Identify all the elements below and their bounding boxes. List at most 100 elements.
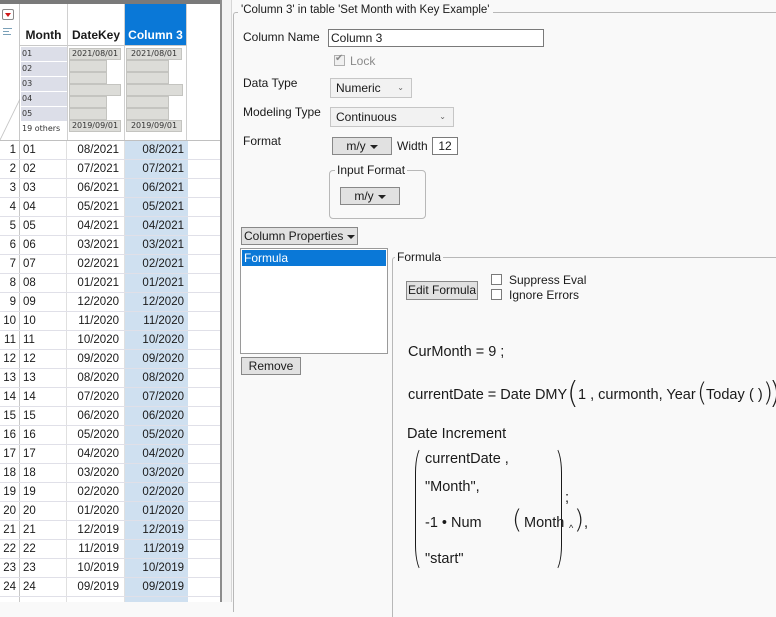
row-number[interactable]: 24 (0, 578, 20, 596)
cell-column3[interactable]: 06/2020 (125, 407, 188, 425)
cell-datekey[interactable]: 06/2020 (67, 407, 125, 425)
cell-datekey[interactable]: 07/2021 (67, 160, 125, 178)
table-row[interactable]: 5 05 04/2021 04/2021 (0, 217, 220, 236)
cell-month[interactable]: 14 (20, 388, 67, 406)
cell-month[interactable]: 21 (20, 521, 67, 539)
cell-datekey[interactable]: 05/2020 (67, 426, 125, 444)
column-header-month[interactable]: Month (20, 4, 68, 45)
row-number[interactable]: 9 (0, 293, 20, 311)
cell-month[interactable]: 04 (20, 198, 67, 216)
row-number[interactable]: 14 (0, 388, 20, 406)
table-row[interactable]: 16 16 05/2020 05/2020 (0, 426, 220, 445)
column-header-datekey[interactable]: DateKey (68, 4, 125, 45)
cell-datekey[interactable]: 09/2020 (67, 350, 125, 368)
table-row[interactable]: 6 06 03/2021 03/2021 (0, 236, 220, 255)
cell-datekey[interactable]: 09/2019 (67, 578, 125, 596)
row-number[interactable]: 18 (0, 464, 20, 482)
cell-column3[interactable]: 09/2020 (125, 350, 188, 368)
cell-column3[interactable]: 04/2020 (125, 445, 188, 463)
cell-datekey[interactable]: 03/2020 (67, 464, 125, 482)
cell-datekey[interactable]: 12/2020 (67, 293, 125, 311)
table-row[interactable]: 22 22 11/2019 11/2019 (0, 540, 220, 559)
cell-month[interactable]: 06 (20, 236, 67, 254)
table-row[interactable]: 1 01 08/2021 08/2021 (0, 141, 220, 160)
row-number[interactable]: 21 (0, 521, 20, 539)
cell-datekey[interactable]: 01/2020 (67, 502, 125, 520)
cell-month[interactable]: 08 (20, 274, 67, 292)
cell-datekey[interactable]: 03/2021 (67, 236, 125, 254)
cell-column3[interactable]: 07/2021 (125, 160, 188, 178)
cell-month[interactable]: 07 (20, 255, 67, 273)
cell-datekey[interactable]: 07/2020 (67, 388, 125, 406)
cell-datekey[interactable]: 11/2019 (67, 540, 125, 558)
cell-month[interactable]: 24 (20, 578, 67, 596)
column-header-column3[interactable]: Column 3 (125, 4, 187, 45)
data-type-select[interactable]: Numeric ⌄ (330, 78, 412, 98)
cell-month[interactable]: 03 (20, 179, 67, 197)
row-number[interactable]: 11 (0, 331, 20, 349)
cell-datekey[interactable]: 12/2019 (67, 521, 125, 539)
cell-month[interactable]: 10 (20, 312, 67, 330)
cell-month[interactable]: 18 (20, 464, 67, 482)
table-row[interactable]: 13 13 08/2020 08/2020 (0, 369, 220, 388)
table-row[interactable]: 9 09 12/2020 12/2020 (0, 293, 220, 312)
row-number[interactable]: 10 (0, 312, 20, 330)
cell-month[interactable]: 11 (20, 331, 67, 349)
cell-column3[interactable]: 09/2019 (125, 578, 188, 596)
red-triangle-menu-icon[interactable] (2, 9, 14, 20)
table-row[interactable]: 3 03 06/2021 06/2021 (0, 179, 220, 198)
cell-month[interactable]: 13 (20, 369, 67, 387)
table-row[interactable]: 24 24 09/2019 09/2019 (0, 578, 220, 597)
cell-datekey[interactable]: 05/2021 (67, 198, 125, 216)
table-row[interactable]: 17 17 04/2020 04/2020 (0, 445, 220, 464)
cell-column3[interactable]: 04/2021 (125, 217, 188, 235)
cell-column3[interactable]: 03/2021 (125, 236, 188, 254)
cell-column3[interactable]: 05/2020 (125, 426, 188, 444)
remove-button[interactable]: Remove (241, 357, 301, 375)
cell-month[interactable]: 12 (20, 350, 67, 368)
table-row[interactable]: 23 23 10/2019 10/2019 (0, 559, 220, 578)
row-number[interactable]: 19 (0, 483, 20, 501)
row-number[interactable]: 20 (0, 502, 20, 520)
cell-datekey[interactable]: 11/2020 (67, 312, 125, 330)
cell-column3[interactable]: 06/2021 (125, 179, 188, 197)
row-number[interactable]: 23 (0, 559, 20, 577)
cell-month[interactable]: 16 (20, 426, 67, 444)
cell-month[interactable]: 19 (20, 483, 67, 501)
row-number[interactable]: 17 (0, 445, 20, 463)
cell-datekey[interactable]: 04/2020 (67, 445, 125, 463)
row-number[interactable]: 2 (0, 160, 20, 178)
suppress-eval-checkbox[interactable] (491, 274, 502, 285)
cell-column3[interactable]: 12/2019 (125, 521, 188, 539)
cell-column3[interactable]: 05/2021 (125, 198, 188, 216)
lock-checkbox[interactable] (334, 53, 345, 66)
row-number[interactable]: 5 (0, 217, 20, 235)
row-number[interactable]: 6 (0, 236, 20, 254)
properties-list[interactable]: Formula (240, 248, 388, 354)
cell-month[interactable]: 05 (20, 217, 67, 235)
row-number[interactable]: 22 (0, 540, 20, 558)
cell-column3[interactable]: 11/2020 (125, 312, 188, 330)
cell-column3[interactable]: 10/2020 (125, 331, 188, 349)
cell-month[interactable]: 01 (20, 141, 67, 159)
table-row[interactable]: 19 19 02/2020 02/2020 (0, 483, 220, 502)
row-number[interactable]: 16 (0, 426, 20, 444)
cell-column3[interactable]: 08/2020 (125, 369, 188, 387)
cell-column3[interactable]: 02/2020 (125, 483, 188, 501)
row-number[interactable]: 7 (0, 255, 20, 273)
ignore-errors-checkbox[interactable] (491, 289, 502, 300)
cell-datekey[interactable]: 08/2020 (67, 369, 125, 387)
cell-month[interactable]: 20 (20, 502, 67, 520)
table-row[interactable]: 8 08 01/2021 01/2021 (0, 274, 220, 293)
row-number[interactable]: 13 (0, 369, 20, 387)
row-number[interactable]: 15 (0, 407, 20, 425)
modeling-type-select[interactable]: Continuous ⌄ (330, 107, 454, 127)
table-row[interactable]: 10 10 11/2020 11/2020 (0, 312, 220, 331)
input-format-button[interactable]: m/y (340, 187, 400, 205)
row-number[interactable]: 4 (0, 198, 20, 216)
cell-column3[interactable]: 03/2020 (125, 464, 188, 482)
table-row[interactable]: 12 12 09/2020 09/2020 (0, 350, 220, 369)
table-row[interactable]: 2 02 07/2021 07/2021 (0, 160, 220, 179)
format-button[interactable]: m/y (332, 137, 392, 155)
cell-datekey[interactable]: 10/2020 (67, 331, 125, 349)
